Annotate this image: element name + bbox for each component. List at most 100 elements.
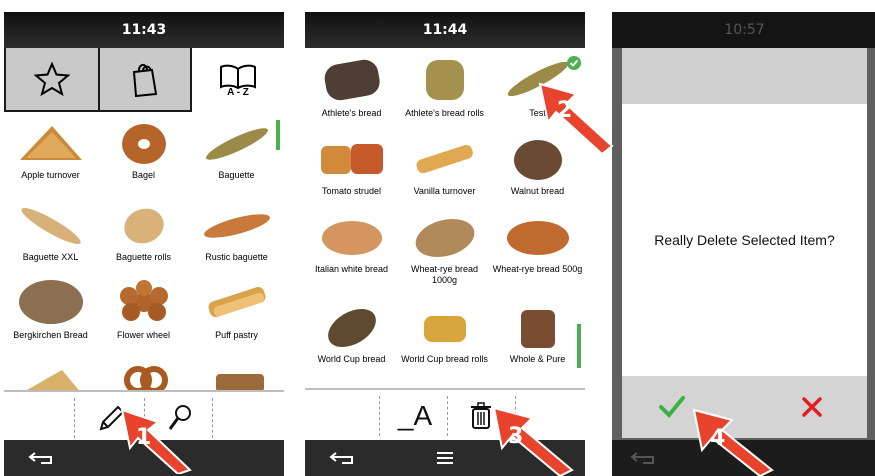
product-item[interactable]: Baguette rolls (97, 204, 190, 263)
dialog-message: Really Delete Selected Item? (654, 232, 835, 248)
step-number-3: 3 (508, 424, 524, 449)
product-label: Puff pastry (215, 330, 258, 340)
product-label: Athlete's bread rolls (405, 108, 484, 118)
hamburger-menu-icon (437, 452, 453, 464)
product-item[interactable]: Bergkirchen Bread (4, 278, 97, 341)
screen-product-list-az: 11:43 A - Z Apple turnover Bagel Baguett… (4, 12, 284, 476)
toolbar-divider (379, 396, 380, 436)
product-label: Vanilla turnover (413, 186, 476, 196)
product-item[interactable]: Baguette (190, 122, 283, 181)
cancel-button[interactable] (762, 376, 862, 438)
trash-icon (471, 402, 491, 429)
product-item[interactable]: Athlete's bread rolls (398, 54, 491, 119)
product-item[interactable]: Apple turnover (4, 122, 97, 181)
delete-dialog: Really Delete Selected Item? (622, 104, 867, 376)
product-label: World Cup bread rolls (401, 354, 488, 364)
instruction-arrow-4 (692, 408, 774, 476)
instruction-arrow-2 (538, 82, 614, 156)
back-button[interactable] (20, 440, 64, 476)
tab-a-z[interactable]: A - Z (192, 48, 284, 112)
tab-a-z-label: A - Z (227, 86, 249, 98)
product-label: Italian white bread (314, 264, 389, 274)
product-item[interactable]: Whole & Pure (491, 306, 584, 365)
wheat-rye-bread-1000g-image (415, 218, 474, 258)
dialog-header (622, 48, 867, 104)
step-number-1: 1 (136, 425, 152, 450)
puff-pastry-image (208, 286, 265, 318)
product-label: Baguette rolls (115, 252, 172, 262)
scroll-indicator[interactable] (577, 324, 581, 368)
back-arrow-icon (329, 452, 353, 464)
step-number-4: 4 (710, 426, 726, 451)
open-book-icon (220, 64, 256, 89)
product-item[interactable]: Tomato strudel (305, 138, 398, 197)
product-item[interactable]: Rustic baguette (190, 204, 283, 263)
product-label: Baguette (218, 170, 255, 180)
rename-label: _A (397, 400, 433, 431)
instruction-arrow-1 (120, 408, 192, 474)
baguette-xxl-image (20, 207, 81, 245)
rustic-baguette-image (203, 214, 270, 238)
italian-white-bread-image (321, 221, 382, 255)
product-item[interactable]: Bagel (97, 122, 190, 181)
product-label: World Cup bread (317, 354, 386, 364)
product-item[interactable]: Wheat-rye bread 1000g (398, 216, 491, 286)
product-item[interactable]: Italian white bread (305, 216, 398, 275)
back-arrow-icon (28, 452, 52, 464)
product-grid: Apple turnover Bagel Baguette Baguette X… (4, 112, 284, 390)
product-label: Apple turnover (21, 170, 80, 180)
world-cup-bread-rolls-image (423, 316, 466, 342)
world-cup-bread-image (327, 309, 376, 347)
bergkirchen-bread-image (18, 280, 83, 324)
status-bar-time: 11:44 (305, 12, 585, 48)
shopping-bag-icon (132, 64, 158, 98)
product-label: Walnut bread (510, 186, 565, 196)
product-item[interactable]: Flower wheel (97, 278, 190, 341)
product-item[interactable]: World Cup bread rolls (398, 306, 491, 365)
instruction-arrow-3 (492, 406, 574, 476)
tab-categories[interactable] (98, 48, 192, 112)
product-item[interactable]: Baguette XXL (4, 204, 97, 263)
baguette-image (205, 128, 268, 160)
athletes-bread-rolls-image (425, 60, 464, 100)
wheat-rye-bread-500g-image (506, 221, 569, 255)
product-label: Wheat-rye bread 1000g (410, 264, 479, 285)
scroll-indicator[interactable] (276, 120, 280, 150)
product-item[interactable]: Wheat-rye bread 500g (491, 216, 584, 275)
baguette-rolls-image (123, 208, 164, 244)
whole-and-pure-image (520, 310, 555, 348)
product-label: Rustic baguette (205, 252, 268, 262)
product-label: Whole & Pure (509, 354, 566, 364)
product-item[interactable]: World Cup bread (305, 306, 398, 365)
product-label: Baguette XXL (22, 252, 79, 262)
product-label: Bergkirchen Bread (13, 330, 88, 340)
partial-product-image (216, 374, 264, 390)
tomato-strudel-image (320, 144, 383, 174)
vanilla-turnover-image (416, 144, 473, 174)
athletes-bread-image (324, 59, 380, 101)
back-button[interactable] (622, 440, 666, 476)
product-label: Tomato strudel (321, 186, 382, 196)
cross-icon (802, 397, 822, 417)
bagel-image (121, 124, 166, 164)
menu-button[interactable] (425, 440, 465, 476)
apple-turnover-image (19, 126, 82, 160)
step-number-2: 2 (557, 98, 573, 123)
flower-wheel-image (119, 280, 168, 321)
back-button[interactable] (321, 440, 365, 476)
product-label: Wheat-rye bread 500g (492, 264, 583, 274)
product-item[interactable]: Vanilla turnover (398, 138, 491, 197)
tab-favorites[interactable] (4, 48, 98, 112)
product-label: Athlete's bread (321, 108, 382, 118)
product-item[interactable]: Puff pastry (190, 278, 283, 341)
checkmark-icon (659, 396, 685, 418)
back-arrow-icon (630, 452, 654, 464)
status-bar-time: 11:43 (4, 12, 284, 48)
toolbar-divider (212, 398, 213, 438)
rename-button[interactable]: _A (385, 390, 445, 442)
toolbar-divider (74, 398, 75, 438)
partial-product-image (27, 370, 79, 390)
product-item[interactable]: Athlete's bread (305, 54, 398, 119)
toolbar-divider (447, 396, 448, 436)
status-bar-time: 10:57 (612, 12, 875, 48)
